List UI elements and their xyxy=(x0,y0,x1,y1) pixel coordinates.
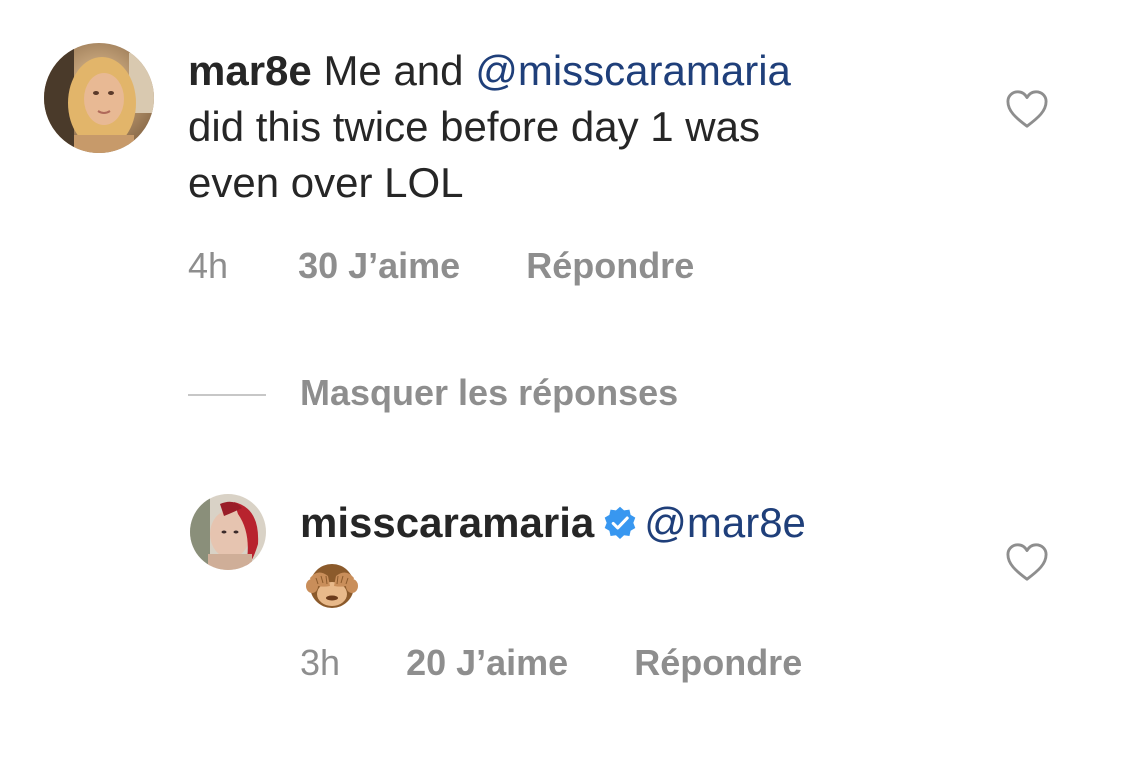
avatar[interactable] xyxy=(44,43,154,153)
comment-timestamp: 4h xyxy=(188,245,229,286)
reply-meta: 3h 20 J’aime Répondre xyxy=(300,641,802,685)
comment-text-line: even over LOL xyxy=(188,159,464,206)
comment-body: mar8e Me and @misscaramaria did this twi… xyxy=(188,43,948,211)
comment-meta: 4h 30 J’aime Répondre xyxy=(188,244,694,288)
user-avatar-photo-icon xyxy=(190,494,266,570)
comment-text-part: Me and xyxy=(323,47,464,94)
verified-badge-icon xyxy=(602,505,638,541)
reply-username[interactable]: misscaramaria xyxy=(300,499,594,546)
reply-mention-link[interactable]: @mar8e xyxy=(644,499,806,546)
comment-likes-count[interactable]: 30 J’aime xyxy=(298,244,460,288)
see-no-evil-monkey-icon xyxy=(304,556,360,612)
heart-outline-icon xyxy=(1006,543,1048,581)
comment-username[interactable]: mar8e xyxy=(188,47,312,94)
reply-timestamp: 3h xyxy=(300,642,341,683)
reply-like-button[interactable] xyxy=(1004,541,1050,583)
reply-likes-count[interactable]: 20 J’aime xyxy=(406,641,568,685)
user-avatar-photo-icon xyxy=(44,43,154,153)
hide-replies-divider xyxy=(188,394,266,396)
reply-avatar[interactable] xyxy=(190,494,266,570)
hide-replies-button[interactable]: Masquer les réponses xyxy=(300,371,678,415)
reply-header: misscaramaria @mar8e xyxy=(300,495,806,551)
heart-outline-icon xyxy=(1006,90,1048,128)
reply-reply-button[interactable]: Répondre xyxy=(634,641,802,685)
comment-text-line: did this twice before day 1 was xyxy=(188,103,760,150)
comment-mention-link[interactable]: @misscaramaria xyxy=(475,47,791,94)
reply-button[interactable]: Répondre xyxy=(526,244,694,288)
like-button[interactable] xyxy=(1004,88,1050,130)
